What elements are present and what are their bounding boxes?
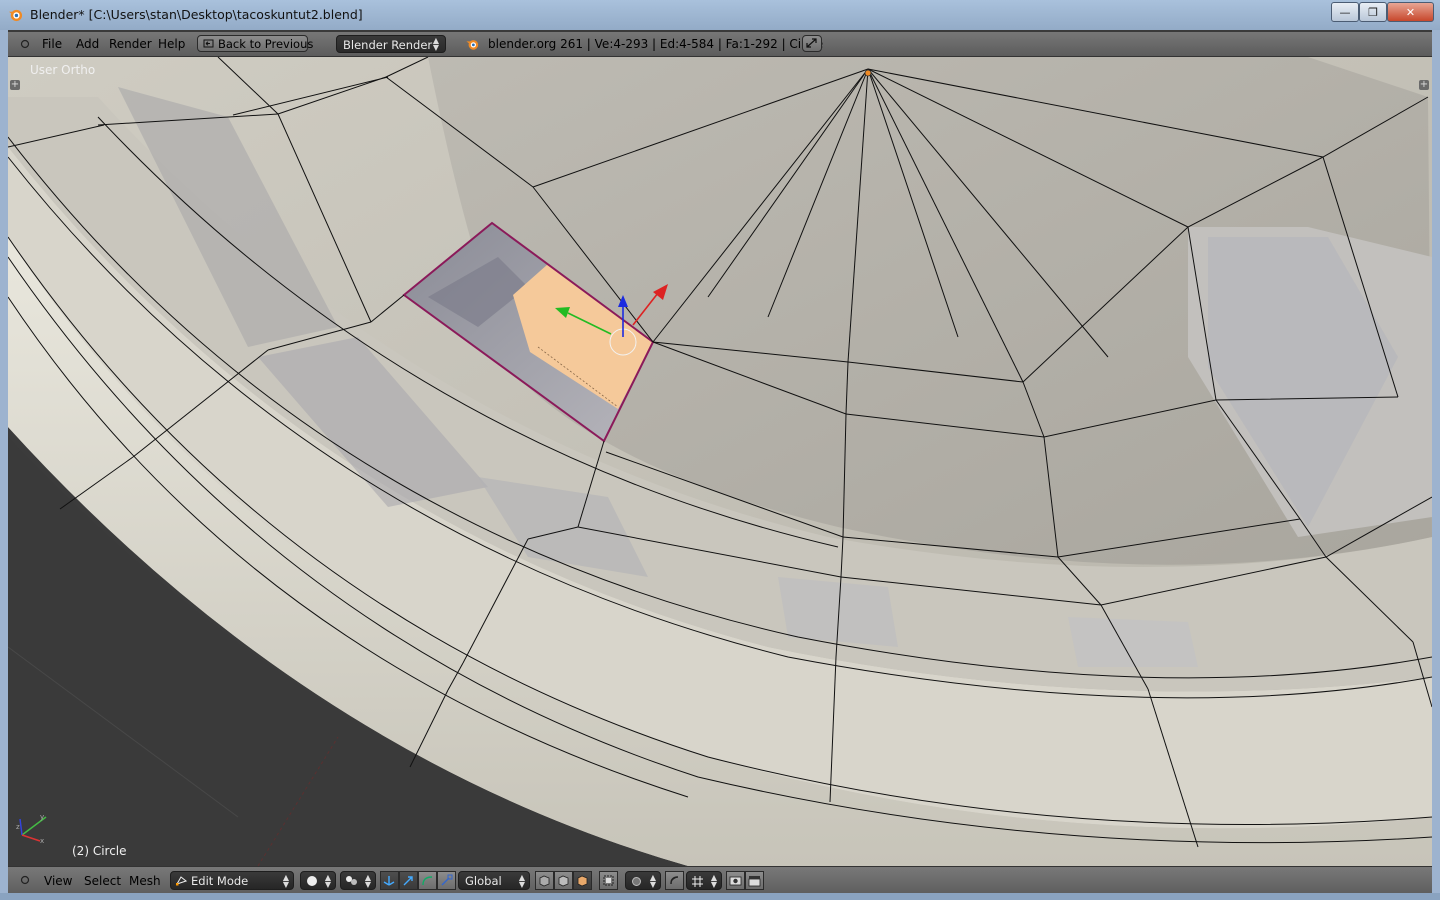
select-arrows-icon: ▲ ▼: [324, 873, 331, 889]
close-button[interactable]: ✕: [1387, 2, 1434, 22]
fullscreen-icon: [806, 38, 817, 48]
window-frame-left: [0, 30, 8, 893]
select-arrows-icon: ▲ ▼: [282, 873, 289, 889]
blender-logo-icon: [8, 9, 23, 22]
rotate-manipulator-button[interactable]: [418, 871, 437, 890]
render-engine-select[interactable]: Blender Render ▲ ▼: [336, 35, 446, 53]
face-select-mode-button[interactable]: [573, 871, 592, 890]
3d-view-header: View Select Mesh Edit Mode ▲ ▼ ▲ ▼ ▲ ▼ G…: [8, 866, 1432, 894]
3d-viewport[interactable]: z y x User Ortho (2) Circle + +: [8, 57, 1432, 866]
limit-selection-visible-button[interactable]: [599, 871, 618, 890]
mesh-render[interactable]: z y x: [8, 57, 1432, 866]
blender-logo-icon: [466, 40, 479, 50]
select-arrows-icon: ▲ ▼: [432, 36, 439, 52]
blender-window: Blender* [C:\Users\stan\Desktop\tacoskun…: [0, 0, 1440, 900]
transform-orientation-value: Global: [465, 874, 502, 888]
back-to-previous-label: Back to Previous: [218, 37, 314, 51]
active-object-label: (2) Circle: [72, 844, 127, 858]
scene-stats: blender.org 261 | Ve:4-293 | Ed:4-584 | …: [488, 37, 824, 51]
collapse-menu-icon[interactable]: [20, 875, 30, 885]
proportional-editing-select[interactable]: ▲ ▼: [625, 871, 661, 890]
solid-shading-icon: [307, 876, 317, 886]
window-title: Blender* [C:\Users\stan\Desktop\tacoskun…: [30, 7, 363, 22]
render-engine-value: Blender Render: [343, 38, 433, 52]
pivot-point-select[interactable]: ▲ ▼: [340, 871, 376, 890]
minimize-button[interactable]: —: [1331, 2, 1359, 22]
title-bar: Blender* [C:\Users\stan\Desktop\tacoskun…: [0, 0, 1440, 30]
snap-increment-icon: [692, 876, 703, 887]
translate-arrow-icon: [403, 876, 413, 886]
object-origin-dot[interactable]: [864, 69, 872, 77]
mode-value: Edit Mode: [191, 874, 249, 888]
select-arrows-icon: ▲ ▼: [710, 873, 717, 889]
maximize-button[interactable]: ❐: [1359, 2, 1387, 22]
vertex-select-mode-button[interactable]: [535, 871, 554, 890]
edge-select-icon: [558, 875, 569, 887]
camera-icon: [729, 876, 742, 886]
menu-mesh[interactable]: Mesh: [129, 874, 161, 888]
fullscreen-toggle-button[interactable]: [802, 35, 822, 52]
back-screen-icon: [203, 39, 214, 48]
scale-manipulator-button[interactable]: [437, 871, 456, 890]
mode-select[interactable]: Edit Mode ▲ ▼: [170, 871, 294, 890]
select-arrows-icon: ▲ ▼: [649, 873, 656, 889]
menu-view[interactable]: View: [44, 874, 72, 888]
svg-text:y: y: [40, 813, 44, 821]
edge-select-mode-button[interactable]: [554, 871, 573, 890]
svg-text:z: z: [16, 823, 20, 831]
snap-element-select[interactable]: ▲ ▼: [686, 871, 722, 890]
menu-help[interactable]: Help: [158, 37, 185, 51]
clapperboard-icon: [748, 876, 761, 887]
select-arrows-icon: ▲ ▼: [364, 873, 371, 889]
maximize-icon: ❐: [1368, 5, 1378, 19]
menu-add[interactable]: Add: [76, 37, 99, 51]
snap-toggle-button[interactable]: [665, 871, 684, 890]
collapse-menu-icon[interactable]: [20, 39, 30, 49]
pivot-point-icon: [346, 876, 357, 885]
rotate-arc-icon: [422, 876, 433, 886]
close-icon: ✕: [1405, 5, 1416, 19]
edit-mode-icon: [176, 876, 187, 886]
window-frame-right: [1432, 30, 1440, 893]
view-label: User Ortho: [30, 63, 96, 77]
minimize-icon: —: [1339, 5, 1351, 19]
toolshelf-expand-icon[interactable]: +: [10, 80, 20, 90]
translate-manipulator-button[interactable]: [399, 871, 418, 890]
magnet-icon: [670, 876, 679, 885]
manipulator-icon: [383, 876, 395, 886]
viewport-shading-select[interactable]: ▲ ▼: [300, 871, 336, 890]
face-select-icon: [577, 875, 588, 887]
back-to-previous-button[interactable]: Back to Previous: [197, 35, 313, 52]
manipulator-toggle-button[interactable]: [380, 871, 399, 890]
vertex-select-icon: [539, 875, 550, 887]
proportional-editing-icon: [632, 877, 641, 886]
svg-text:x: x: [40, 837, 44, 845]
occlude-geometry-icon: [603, 875, 614, 886]
info-header: File Add Render Help Back to Previous Bl…: [8, 32, 1432, 57]
window-frame-bottom: [0, 893, 1440, 900]
select-arrows-icon: ▲ ▼: [518, 873, 525, 889]
menu-select[interactable]: Select: [84, 874, 121, 888]
render-opengl-animation-button[interactable]: [745, 871, 764, 890]
transform-orientation-select[interactable]: Global ▲ ▼: [458, 871, 530, 890]
menu-file[interactable]: File: [42, 37, 62, 51]
scale-icon: [441, 874, 453, 886]
render-opengl-still-button[interactable]: [726, 871, 745, 890]
properties-expand-icon[interactable]: +: [1419, 80, 1429, 90]
menu-render[interactable]: Render: [109, 37, 152, 51]
